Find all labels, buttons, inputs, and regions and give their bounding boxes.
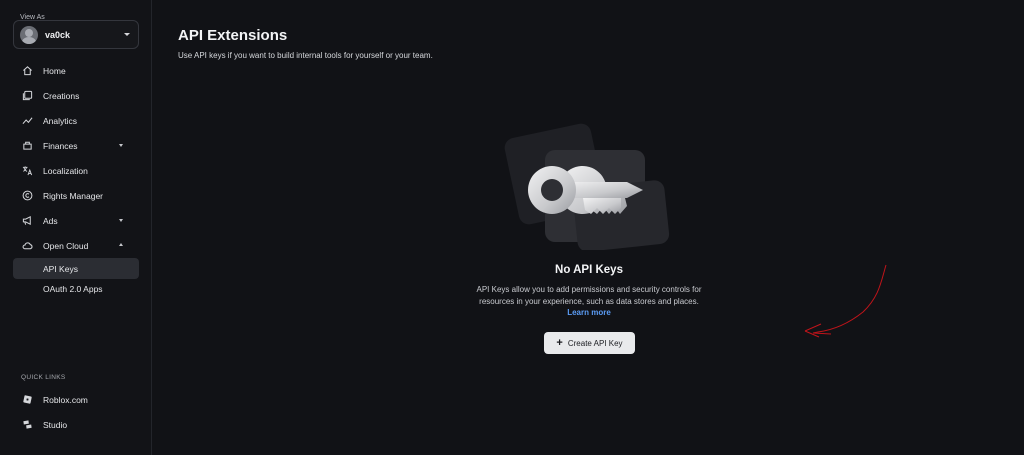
account-selector[interactable]: va0ck (13, 20, 139, 49)
creations-icon (22, 90, 33, 101)
studio-logo-icon (22, 419, 33, 430)
sidebar-item-label: Creations (43, 90, 80, 101)
sidebar-item-ads[interactable]: Ads (13, 210, 139, 231)
quick-link-studio[interactable]: Studio (13, 414, 139, 435)
quick-link-label: Studio (43, 419, 68, 430)
app-window: View As va0ck Home Creations Analytics F… (0, 0, 1024, 455)
chevron-down-icon (119, 144, 123, 147)
sidebar-item-label: Open Cloud (43, 240, 89, 251)
empty-state-description-line: API Keys allow you to add permissions an… (476, 285, 702, 294)
copyright-icon (22, 190, 33, 201)
home-icon (22, 65, 33, 76)
annotation-arrow (804, 264, 887, 338)
chevron-down-icon (119, 219, 123, 222)
plus-icon: + (556, 336, 563, 349)
quick-link-roblox[interactable]: Roblox.com (13, 389, 139, 410)
create-api-key-label: Create API Key (567, 338, 623, 348)
empty-state-description: API Keys allow you to add permissions an… (449, 284, 729, 308)
main-content: API Extensions Use API keys if you want … (153, 0, 1024, 455)
sidebar-item-home[interactable]: Home (13, 60, 139, 81)
sidebar-item-rights-manager[interactable]: Rights Manager (13, 185, 139, 206)
learn-more-link[interactable]: Learn more (539, 308, 639, 317)
sidebar-item-label: Ads (43, 215, 58, 226)
cloud-icon (22, 240, 33, 251)
finances-icon (22, 140, 33, 151)
quick-links-heading: QUICK LINKS (21, 374, 66, 381)
quick-link-label: Roblox.com (43, 394, 88, 405)
sidebar-item-label: API Keys (43, 263, 78, 274)
sidebar-item-label: Home (43, 65, 66, 76)
translate-icon (22, 165, 33, 176)
sidebar-item-label: OAuth 2.0 Apps (43, 283, 103, 294)
page-title: API Extensions (178, 27, 288, 44)
create-api-key-button[interactable]: + Create API Key (544, 332, 635, 354)
chevron-up-icon (119, 243, 123, 246)
sidebar-item-oauth-apps[interactable]: OAuth 2.0 Apps (13, 278, 139, 299)
sidebar-item-api-keys[interactable]: API Keys (13, 258, 139, 279)
sidebar-item-label: Analytics (43, 115, 78, 126)
empty-state-description-line: resources in your experience, such as da… (479, 297, 699, 306)
empty-state-title: No API Keys (555, 264, 623, 276)
megaphone-icon (22, 215, 33, 226)
key-icon (504, 123, 670, 252)
avatar (20, 25, 38, 44)
sidebar-item-label: Localization (43, 165, 88, 176)
sidebar-item-finances[interactable]: Finances (13, 135, 139, 156)
sidebar-item-label: Rights Manager (43, 190, 104, 201)
analytics-icon (22, 115, 33, 126)
sidebar-item-open-cloud[interactable]: Open Cloud (13, 235, 139, 256)
roblox-logo-icon (22, 394, 33, 405)
sidebar-item-creations[interactable]: Creations (13, 85, 139, 106)
account-name: va0ck (45, 29, 71, 40)
key-illustration (503, 122, 673, 252)
caret-down-icon (124, 33, 130, 36)
sidebar-item-label: Finances (43, 140, 78, 151)
sidebar: View As va0ck Home Creations Analytics F… (0, 0, 152, 455)
sidebar-item-localization[interactable]: Localization (13, 160, 139, 181)
page-subtitle: Use API keys if you want to build intern… (178, 51, 433, 60)
sidebar-item-analytics[interactable]: Analytics (13, 110, 139, 131)
